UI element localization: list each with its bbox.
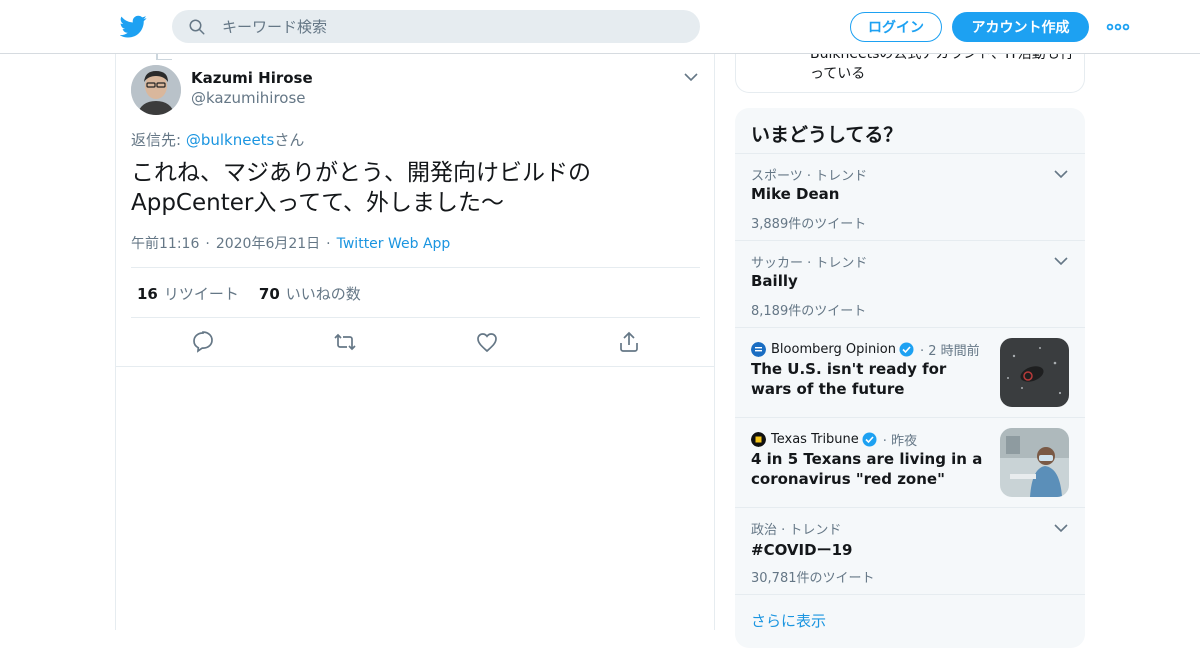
like-count: 70 bbox=[258, 285, 280, 303]
divider bbox=[131, 267, 700, 268]
tweet-source-link[interactable]: Twitter Web App bbox=[337, 236, 451, 252]
divider bbox=[735, 594, 1085, 595]
news-thumbnail[interactable] bbox=[1000, 338, 1069, 407]
tweet-column: Kazumi Hirose @kazumihirose 返信先: @bulkne… bbox=[115, 54, 715, 630]
trends-title: いまどうしてる？ bbox=[751, 124, 903, 146]
like-label: いいねの数 bbox=[285, 285, 361, 303]
share-icon[interactable] bbox=[617, 330, 641, 354]
tweet-actions bbox=[116, 318, 714, 368]
news-title: The U.S. isn't ready for wars of the fut… bbox=[751, 360, 947, 398]
thread-connector-elbow bbox=[156, 59, 172, 60]
chevron-down-icon[interactable] bbox=[683, 70, 699, 84]
twitter-bird-icon[interactable] bbox=[120, 13, 147, 40]
tweet-text-line: AppCenter入ってて、外しました～ bbox=[131, 190, 505, 216]
trend-context: サッカー · トレンド bbox=[751, 256, 868, 271]
news-item[interactable]: Bloomberg Opinion · 2 時間前 The U.S. isn't… bbox=[735, 328, 1085, 417]
trend-context: スポーツ · トレンド bbox=[751, 169, 868, 184]
news-image bbox=[1000, 338, 1069, 407]
verified-badge-icon bbox=[862, 432, 877, 447]
tweet-meta: 午前11:16 · 2020年6月21日 · Twitter Web App bbox=[131, 233, 450, 253]
trend-name: Mike Dean bbox=[751, 185, 840, 203]
tweet-stats: 16 リツイート 70 いいねの数 bbox=[137, 283, 361, 304]
separator-dot: · bbox=[326, 236, 331, 252]
trend-item[interactable]: サッカー · トレンド Bailly 8,189件のツイート bbox=[735, 241, 1085, 327]
trend-count: 3,889件のツイート bbox=[751, 217, 867, 232]
news-source-name: Texas Tribune bbox=[771, 432, 859, 447]
search-input[interactable] bbox=[222, 10, 682, 43]
signup-button[interactable]: アカウント作成 bbox=[952, 12, 1089, 42]
chevron-down-icon[interactable] bbox=[1053, 522, 1069, 534]
news-time-value: 昨夜 bbox=[891, 434, 918, 449]
tweet-time[interactable]: 午前11:16 bbox=[131, 236, 199, 252]
trend-name: Bailly bbox=[751, 272, 798, 290]
replying-suffix: さん bbox=[274, 131, 305, 149]
retweet-stat[interactable]: 16 リツイート bbox=[137, 283, 239, 304]
news-source-name: Bloomberg Opinion bbox=[771, 342, 896, 357]
author-name[interactable]: Kazumi Hirose bbox=[191, 69, 313, 87]
login-button[interactable]: ログイン bbox=[850, 12, 942, 42]
chevron-down-icon[interactable] bbox=[1053, 168, 1069, 180]
news-time-value: 2 時間前 bbox=[928, 344, 980, 359]
replying-prefix: 返信先: bbox=[131, 131, 186, 149]
chevron-down-icon[interactable] bbox=[1053, 255, 1069, 267]
verified-badge-icon bbox=[899, 342, 914, 357]
news-title: 4 in 5 Texans are living in a coronaviru… bbox=[751, 450, 983, 488]
news-time: · 昨夜 bbox=[882, 434, 918, 449]
more-options-icon[interactable] bbox=[1106, 17, 1130, 37]
retweet-label: リツイート bbox=[163, 285, 239, 303]
separator-dot: · bbox=[205, 236, 210, 252]
news-source: Bloomberg Opinion · 2 時間前 bbox=[751, 340, 980, 359]
author-handle[interactable]: @kazumihirose bbox=[191, 89, 306, 107]
like-stat[interactable]: 70 いいねの数 bbox=[259, 283, 361, 304]
trend-context: 政治 · トレンド bbox=[751, 523, 842, 538]
replying-to-link[interactable]: @bulkneets bbox=[186, 131, 275, 149]
avatar[interactable] bbox=[131, 65, 181, 115]
replying-to: 返信先: @bulkneetsさん bbox=[131, 129, 304, 150]
retweet-count: 16 bbox=[137, 285, 158, 303]
trend-item[interactable]: スポーツ · トレンド Mike Dean 3,889件のツイート bbox=[735, 154, 1085, 240]
trends-panel: いまどうしてる？ スポーツ · トレンド Mike Dean 3,889件のツイ… bbox=[735, 108, 1085, 648]
bloomberg-logo-icon bbox=[751, 342, 766, 357]
reply-icon[interactable] bbox=[191, 330, 215, 354]
news-thumbnail[interactable] bbox=[1000, 428, 1069, 497]
news-image bbox=[1000, 428, 1069, 497]
avatar-photo bbox=[131, 65, 181, 115]
tweet-text: これね、マジありがとう、開発向けビルドの AppCenter入ってて、外しました… bbox=[131, 158, 701, 218]
texas-tribune-logo-icon bbox=[751, 432, 766, 447]
trend-count: 8,189件のツイート bbox=[751, 304, 867, 319]
divider bbox=[116, 366, 714, 367]
news-item[interactable]: Texas Tribune · 昨夜 4 in 5 Texans are liv… bbox=[735, 418, 1085, 507]
search-icon bbox=[189, 19, 205, 35]
trend-name: #COVIDー19 bbox=[751, 541, 853, 559]
retweet-icon[interactable] bbox=[333, 330, 357, 354]
news-source: Texas Tribune · 昨夜 bbox=[751, 430, 917, 449]
tweet-date[interactable]: 2020年6月21日 bbox=[216, 236, 320, 252]
news-time: · 2 時間前 bbox=[920, 344, 980, 359]
tweet-text-line: これね、マジありがとう、開発向けビルドの bbox=[131, 160, 591, 186]
trend-item[interactable]: 政治 · トレンド #COVIDー19 30,781件のツイート bbox=[735, 508, 1085, 594]
trend-count: 30,781件のツイート bbox=[751, 571, 875, 586]
like-icon[interactable] bbox=[475, 330, 499, 354]
top-header: ログイン アカウント作成 bbox=[0, 0, 1200, 54]
show-more-link[interactable]: さらに表示 bbox=[751, 610, 826, 631]
search-box[interactable] bbox=[172, 10, 700, 43]
